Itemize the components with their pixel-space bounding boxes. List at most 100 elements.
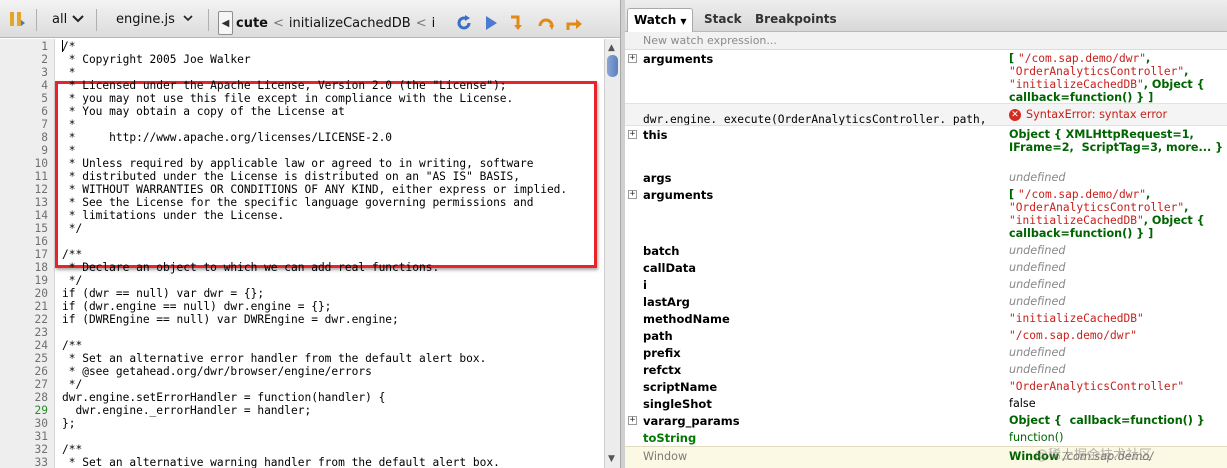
- line-number[interactable]: 27: [8, 378, 48, 391]
- line-number[interactable]: 21: [8, 300, 48, 313]
- watch-variable-name[interactable]: arguments: [643, 52, 713, 66]
- line-number[interactable]: 2: [8, 53, 48, 66]
- line-number-gutter[interactable]: 1 2 3 4 5 6 7 8 9 10 11 12 13 14 15 16 17 18 19 20 21 22 23 24 2…: [0, 39, 55, 468]
- line-number[interactable]: 28: [8, 391, 48, 404]
- expand-toggle-icon[interactable]: +: [628, 416, 637, 425]
- scrollbar-thumb[interactable]: [607, 55, 618, 77]
- watch-variable-value[interactable]: [ "/com.sap.demo/dwr", "OrderAnalyticsCo…: [1009, 188, 1225, 240]
- watch-variable-name[interactable]: prefix: [643, 346, 681, 360]
- step-into-icon[interactable]: [509, 14, 527, 32]
- continue-icon[interactable]: [482, 14, 500, 32]
- watch-variable-value[interactable]: undefined: [1009, 261, 1225, 274]
- watch-variable-name[interactable]: this: [643, 128, 667, 142]
- watch-variable-name[interactable]: toString: [643, 431, 696, 445]
- line-number[interactable]: 17: [8, 248, 48, 261]
- script-file-dropdown[interactable]: engine.js: [116, 0, 193, 38]
- line-number[interactable]: 5: [8, 92, 48, 105]
- line-number[interactable]: 16: [8, 235, 48, 248]
- source-line: */: [62, 222, 83, 235]
- watch-variable-value[interactable]: Object { callback=function() }: [1009, 414, 1225, 427]
- line-number[interactable]: 10: [8, 157, 48, 170]
- line-number[interactable]: 8: [8, 131, 48, 144]
- tab-breakpoints[interactable]: Breakpoints: [755, 12, 837, 26]
- line-number[interactable]: 24: [8, 339, 48, 352]
- line-number[interactable]: 33: [8, 456, 48, 468]
- line-number[interactable]: 30: [8, 417, 48, 430]
- line-number[interactable]: 20: [8, 287, 48, 300]
- watch-variable-value[interactable]: Object { XMLHttpRequest=1, IFrame=2, Scr…: [1009, 128, 1225, 154]
- watch-variable-name[interactable]: singleShot: [643, 397, 712, 411]
- watch-variable-value[interactable]: undefined: [1009, 244, 1225, 257]
- line-number[interactable]: 22: [8, 313, 48, 326]
- line-number[interactable]: 15: [8, 222, 48, 235]
- step-over-icon[interactable]: [537, 14, 555, 32]
- line-number[interactable]: 12: [8, 183, 48, 196]
- scroll-down-icon[interactable]: ▼: [608, 454, 615, 464]
- watch-variable-value[interactable]: undefined: [1009, 346, 1225, 359]
- watch-variable-value[interactable]: "initializeCachedDB": [1009, 312, 1225, 325]
- watch-variable-value[interactable]: "/com.sap.demo/dwr": [1009, 329, 1225, 342]
- source-line: * WITHOUT WARRANTIES OR CONDITIONS OF AN…: [62, 183, 568, 196]
- expand-toggle-icon[interactable]: +: [628, 190, 637, 199]
- line-number[interactable]: 7: [8, 118, 48, 131]
- new-watch-placeholder[interactable]: New watch expression...: [643, 34, 777, 47]
- toolbar-separator: [208, 9, 209, 31]
- rerun-icon[interactable]: [455, 14, 473, 32]
- source-scrollbar[interactable]: ▲ ▼: [604, 39, 620, 468]
- line-number[interactable]: 31: [8, 430, 48, 443]
- source-line: * You may obtain a copy of the License a…: [62, 105, 345, 118]
- watch-variable-name[interactable]: methodName: [643, 312, 730, 326]
- breadcrumb-frame[interactable]: cute: [233, 16, 271, 31]
- expand-toggle-icon[interactable]: +: [628, 130, 637, 139]
- watch-variable-name[interactable]: args: [643, 171, 672, 185]
- tab-watch[interactable]: Watch ▼: [627, 8, 694, 32]
- watch-variable-value[interactable]: false: [1009, 397, 1225, 410]
- breadcrumb-frame[interactable]: initializeCachedDB: [286, 16, 414, 31]
- watch-variable-name[interactable]: vararg_params: [643, 414, 740, 428]
- watch-variable-name[interactable]: path: [643, 329, 673, 343]
- line-number[interactable]: 1: [8, 40, 48, 53]
- source-line: /**: [62, 443, 83, 456]
- tab-stack[interactable]: Stack: [704, 12, 742, 26]
- watch-variable-name[interactable]: lastArg: [643, 295, 690, 309]
- breadcrumb-frame[interactable]: i: [429, 16, 439, 31]
- step-out-icon[interactable]: [565, 14, 583, 32]
- line-number[interactable]: 6: [8, 105, 48, 118]
- line-number[interactable]: 4: [8, 79, 48, 92]
- watch-variable-value[interactable]: function(): [1009, 431, 1225, 444]
- line-number[interactable]: 29: [8, 404, 48, 417]
- expand-toggle-icon[interactable]: +: [628, 54, 637, 63]
- breadcrumb-scroll-left-button[interactable]: ◀: [218, 11, 233, 35]
- line-number[interactable]: 11: [8, 170, 48, 183]
- line-number[interactable]: 3: [8, 66, 48, 79]
- new-watch-expression-row[interactable]: New watch expression...: [625, 32, 1227, 50]
- watch-variable-name[interactable]: i: [643, 278, 647, 292]
- breadcrumb-separator-icon: <: [415, 15, 427, 31]
- watch-variable-value[interactable]: undefined: [1009, 278, 1225, 291]
- line-number[interactable]: 32: [8, 443, 48, 456]
- script-filter-dropdown[interactable]: all: [52, 0, 84, 38]
- line-number[interactable]: 18: [8, 261, 48, 274]
- line-number[interactable]: 9: [8, 144, 48, 157]
- line-number[interactable]: 26: [8, 365, 48, 378]
- watch-variable-value[interactable]: [ "/com.sap.demo/dwr", "OrderAnalyticsCo…: [1009, 52, 1225, 104]
- line-number[interactable]: 14: [8, 209, 48, 222]
- watch-variable-value[interactable]: undefined: [1009, 363, 1225, 376]
- source-line: /**: [62, 248, 83, 261]
- break-on-next-button[interactable]: [8, 0, 26, 38]
- scroll-up-icon[interactable]: ▲: [608, 43, 615, 53]
- source-line: * Licensed under the Apache License, Ver…: [62, 79, 507, 92]
- line-number[interactable]: 19: [8, 274, 48, 287]
- line-number[interactable]: 13: [8, 196, 48, 209]
- watch-variable-value[interactable]: undefined: [1009, 171, 1225, 184]
- line-number[interactable]: 25: [8, 352, 48, 365]
- watch-variable-name[interactable]: refctx: [643, 363, 681, 377]
- source-view[interactable]: 1 2 3 4 5 6 7 8 9 10 11 12 13 14 15 16 17 18 19 20 21 22 23 24 2…: [0, 39, 604, 468]
- line-number[interactable]: 23: [8, 326, 48, 339]
- watch-variable-value[interactable]: undefined: [1009, 295, 1225, 308]
- watch-variable-name[interactable]: arguments: [643, 188, 713, 202]
- watch-variable-name[interactable]: scriptName: [643, 380, 717, 394]
- watch-variable-name[interactable]: batch: [643, 244, 680, 258]
- watch-variable-name[interactable]: callData: [643, 261, 696, 275]
- watch-variable-value[interactable]: "OrderAnalyticsController": [1009, 380, 1225, 393]
